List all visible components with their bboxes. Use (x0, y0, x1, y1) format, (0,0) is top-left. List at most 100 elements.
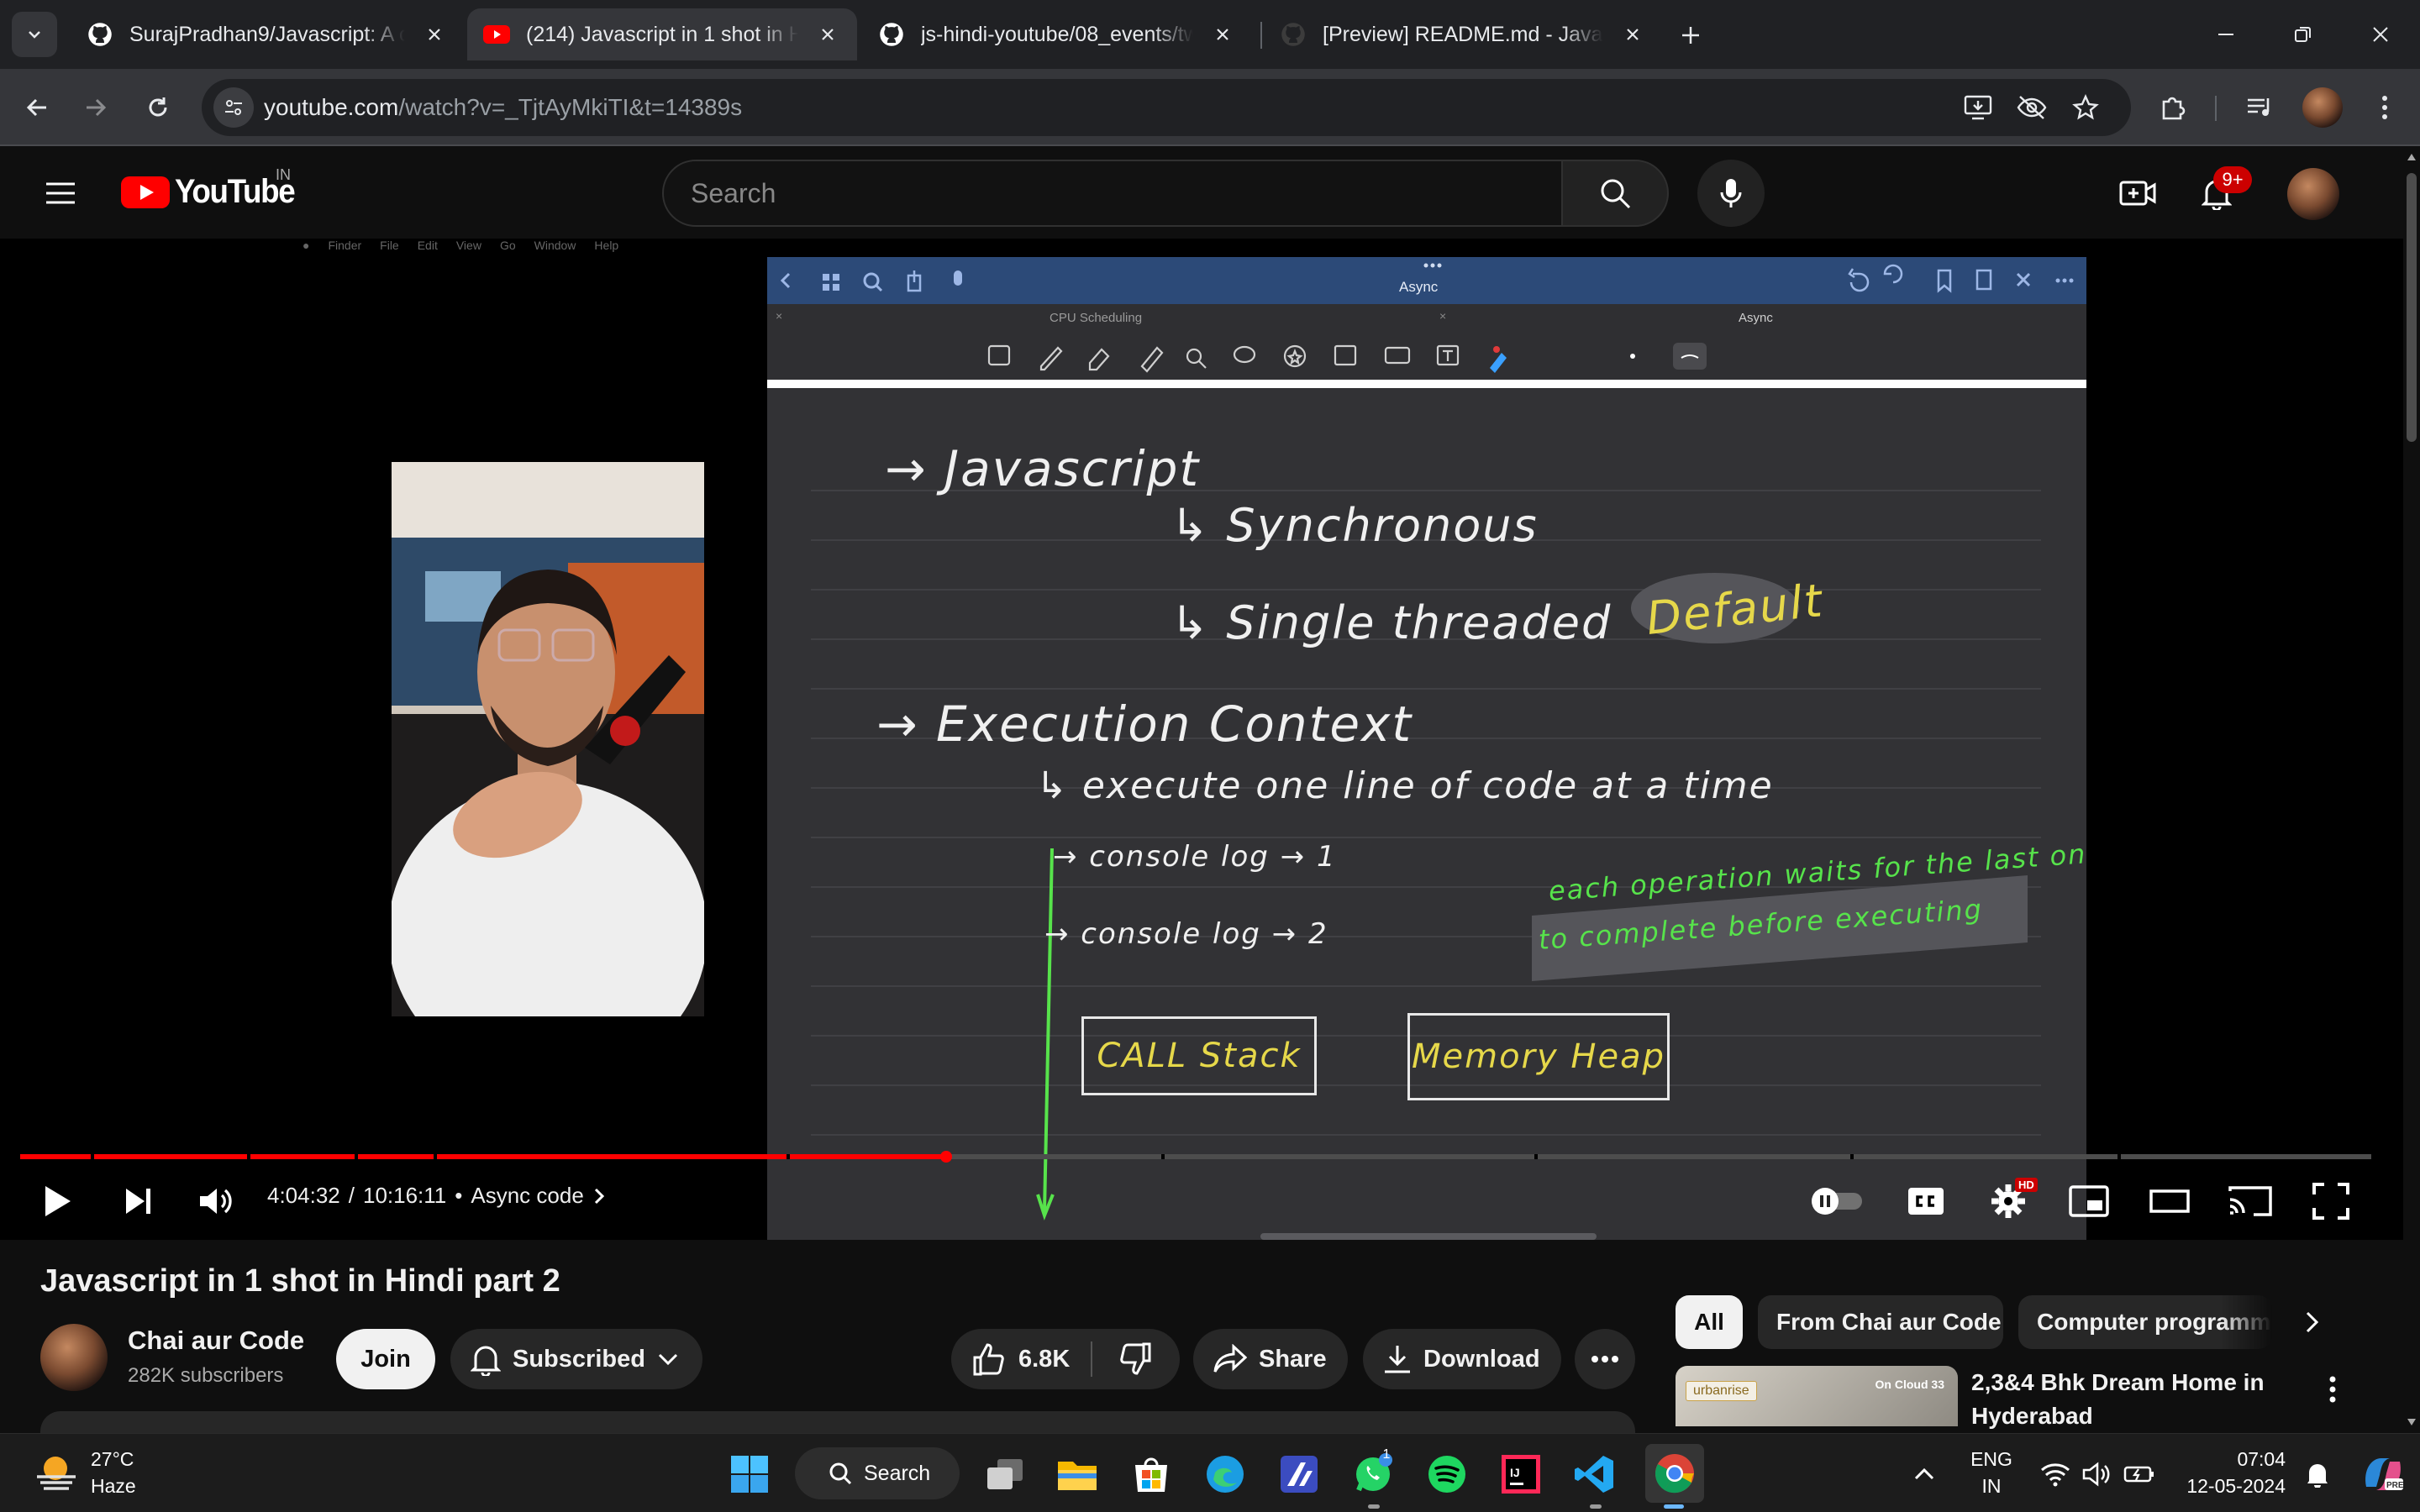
miniplayer-button[interactable] (2060, 1173, 2118, 1230)
close-icon: × (776, 309, 783, 323)
vs-code-icon[interactable] (1571, 1451, 1618, 1498)
chapter-title[interactable]: Async code (471, 1183, 583, 1209)
file-explorer-icon[interactable] (1054, 1451, 1101, 1498)
note-single-threaded: ↳ Single threaded (1171, 596, 1612, 649)
extensions-button[interactable] (2153, 87, 2193, 128)
create-button[interactable] (2112, 168, 2163, 218)
eye-off-icon[interactable] (2012, 87, 2052, 128)
youtube-icon (482, 20, 511, 49)
note-console-log-2: → console log → 2 (1044, 917, 1328, 951)
chip-from-channel[interactable]: From Chai aur Code (1758, 1295, 2003, 1349)
progress-bar[interactable] (20, 1154, 2371, 1159)
account-avatar[interactable] (2287, 168, 2339, 220)
note-call-stack-box: CALL Stack (1081, 1016, 1317, 1095)
browser-tab-github-javascript[interactable]: SurajPradhan9/Javascript: A cou (71, 8, 464, 60)
plus-icon (1682, 27, 1699, 44)
browser-tab-youtube-video[interactable]: (214) Javascript in 1 shot in Hind (467, 8, 857, 60)
start-button[interactable] (726, 1451, 773, 1498)
chevron-up-icon (1914, 1467, 1934, 1480)
close-icon[interactable] (420, 20, 449, 49)
youtube-logo[interactable]: YouTube IN (121, 166, 305, 211)
join-button[interactable]: Join (336, 1329, 435, 1389)
bookmark-star-icon[interactable] (2065, 87, 2106, 128)
address-bar[interactable]: youtube.com/watch?v=_TjtAyMkiTI&t=14389s (202, 79, 2131, 136)
search-button[interactable] (1561, 160, 1669, 227)
guide-menu-button[interactable] (35, 168, 86, 218)
channel-avatar[interactable] (40, 1324, 108, 1391)
theater-mode-button[interactable] (2141, 1173, 2198, 1230)
close-icon[interactable] (1618, 20, 1647, 49)
chapter-dot: • (455, 1183, 463, 1208)
next-video-button[interactable] (109, 1173, 166, 1230)
recommendation-title[interactable]: 2,3&4 Bhk Dream Home in Hyderabad (1971, 1366, 2282, 1433)
fullscreen-button[interactable] (2302, 1173, 2360, 1230)
edge-browser-icon[interactable] (1202, 1451, 1249, 1498)
chip-all[interactable]: All (1676, 1295, 1743, 1349)
chrome-profile-avatar[interactable] (2302, 87, 2343, 128)
volume-icon[interactable] (2074, 1451, 2121, 1498)
svg-text:IJ: IJ (1510, 1466, 1520, 1479)
browser-tab-github-readme[interactable]: [Preview] README.md - Javascri (1264, 8, 1662, 60)
subtitles-button[interactable] (1897, 1173, 1954, 1230)
hd-badge: HD (2015, 1178, 2038, 1192)
subscribed-button[interactable]: Subscribed (450, 1329, 702, 1389)
site-info-button[interactable] (213, 87, 254, 128)
vscode-running-indicator (1590, 1504, 1602, 1509)
more-actions-button[interactable] (1575, 1329, 1635, 1389)
weather-widget[interactable]: 27°C Haze (34, 1446, 136, 1499)
tab-search-button[interactable] (12, 12, 57, 57)
intellij-icon[interactable]: IJ (1497, 1451, 1544, 1498)
copilot-icon[interactable]: PRE (2360, 1451, 2407, 1498)
mute-button[interactable] (188, 1173, 245, 1230)
minimize-button[interactable] (2188, 0, 2264, 69)
notes-page-top-edge (767, 380, 2086, 388)
dislike-button[interactable] (1092, 1329, 1180, 1389)
chrome-menu-button[interactable] (2365, 87, 2405, 128)
taskbar-search[interactable]: Search (795, 1447, 960, 1499)
chrome-active-indicator (1664, 1504, 1684, 1509)
notes-document-title: Async (1399, 279, 1439, 295)
show-hidden-icons-button[interactable] (1901, 1451, 1948, 1498)
new-tab-button[interactable] (1672, 17, 1709, 54)
wifi-icon[interactable] (2032, 1451, 2079, 1498)
chapter-gap (786, 1154, 790, 1159)
download-button[interactable]: Download (1363, 1329, 1561, 1389)
restore-button[interactable] (2265, 0, 2341, 69)
language-indicator[interactable]: ENG IN (1968, 1446, 2015, 1499)
browser-tab-github-events[interactable]: js-hindi-youtube/08_events/two (862, 8, 1252, 60)
clock[interactable]: 07:04 12-05-2024 (2175, 1446, 2286, 1499)
recommendation-thumbnail[interactable]: urbanrise On Cloud 33 (1676, 1366, 1958, 1426)
chips-next-button[interactable] (2291, 1300, 2334, 1344)
media-controls-button[interactable] (2240, 87, 2281, 128)
play-button[interactable] (29, 1173, 86, 1230)
install-app-icon[interactable] (1958, 87, 1998, 128)
reload-button[interactable] (138, 87, 178, 128)
note-javascript: → Javascript (885, 440, 1201, 497)
close-window-button[interactable] (2343, 0, 2418, 69)
chrome-icon[interactable] (1645, 1444, 1704, 1503)
video-player[interactable]: ● Finder File Edit View Go Window Help A… (0, 239, 2403, 1240)
microsoft-store-icon[interactable] (1128, 1451, 1175, 1498)
scrollbar-thumb[interactable] (2407, 173, 2417, 442)
recommendation-menu-button[interactable] (2316, 1369, 2349, 1410)
task-view-icon[interactable] (981, 1451, 1028, 1498)
voice-search-button[interactable] (1697, 160, 1765, 227)
autoplay-toggle[interactable] (1808, 1173, 1865, 1230)
chip-computer-programming[interactable]: Computer programming (2018, 1295, 2272, 1349)
battery-icon[interactable] (2116, 1451, 2163, 1498)
forward-button[interactable] (76, 87, 116, 128)
spotify-icon[interactable] (1423, 1451, 1470, 1498)
search-input[interactable]: Search (662, 160, 1563, 227)
page-scrollbar[interactable] (2403, 148, 2420, 1433)
channel-name[interactable]: Chai aur Code (128, 1326, 304, 1356)
back-button[interactable] (17, 87, 57, 128)
whatsapp-icon[interactable]: 1 (1349, 1447, 1397, 1498)
like-button[interactable]: 6.8K (951, 1329, 1091, 1389)
notification-center-icon[interactable] (2294, 1451, 2341, 1498)
close-icon[interactable] (813, 20, 842, 49)
close-icon[interactable] (1208, 20, 1237, 49)
vs-code-insiders-icon[interactable] (1276, 1451, 1323, 1498)
cast-button[interactable] (2222, 1173, 2279, 1230)
like-dislike-group: 6.8K (951, 1329, 1180, 1389)
share-button[interactable]: Share (1193, 1329, 1348, 1389)
